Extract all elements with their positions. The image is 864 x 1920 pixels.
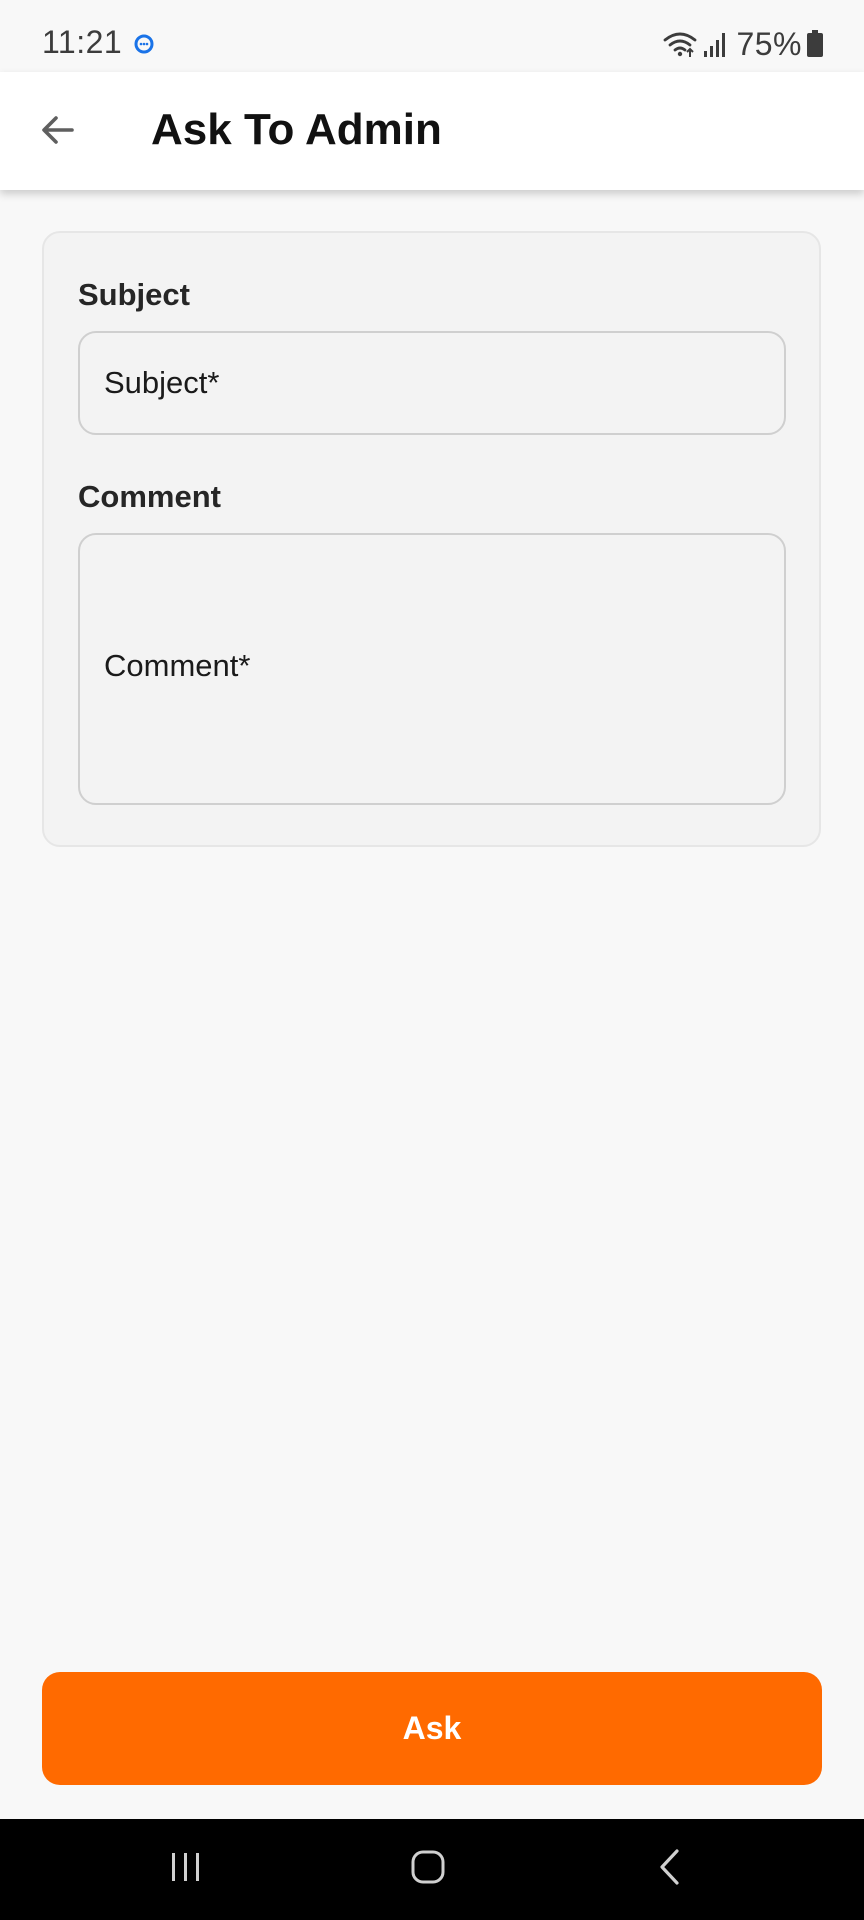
home-button[interactable] — [368, 1819, 488, 1920]
nav-back-button[interactable] — [610, 1819, 730, 1920]
comment-input[interactable] — [104, 641, 760, 697]
comment-field[interactable] — [78, 533, 786, 805]
back-button[interactable] — [28, 102, 88, 162]
battery-percent: 75% — [736, 25, 802, 62]
back-icon — [650, 1847, 690, 1892]
arrow-left-icon — [38, 110, 78, 155]
status-indicators: 75% — [662, 24, 824, 64]
subject-label: Subject — [78, 277, 190, 312]
page-title: Ask To Admin — [151, 105, 442, 154]
wifi-icon — [662, 29, 698, 59]
message-icon — [134, 34, 154, 54]
battery-icon — [806, 29, 824, 59]
status-time: 11:21 — [42, 24, 123, 60]
signal-icon — [702, 29, 728, 59]
app-bar: Ask To Admin — [0, 72, 864, 190]
comment-label: Comment — [78, 479, 221, 514]
subject-input[interactable] — [78, 331, 786, 435]
recents-icon — [166, 1847, 206, 1892]
system-nav-bar — [0, 1819, 864, 1920]
status-bar: 11:21 75% — [0, 0, 864, 72]
recents-button[interactable] — [126, 1819, 246, 1920]
form-card: Subject Comment — [42, 231, 821, 847]
ask-button[interactable]: Ask — [42, 1672, 822, 1785]
home-icon — [408, 1847, 448, 1892]
